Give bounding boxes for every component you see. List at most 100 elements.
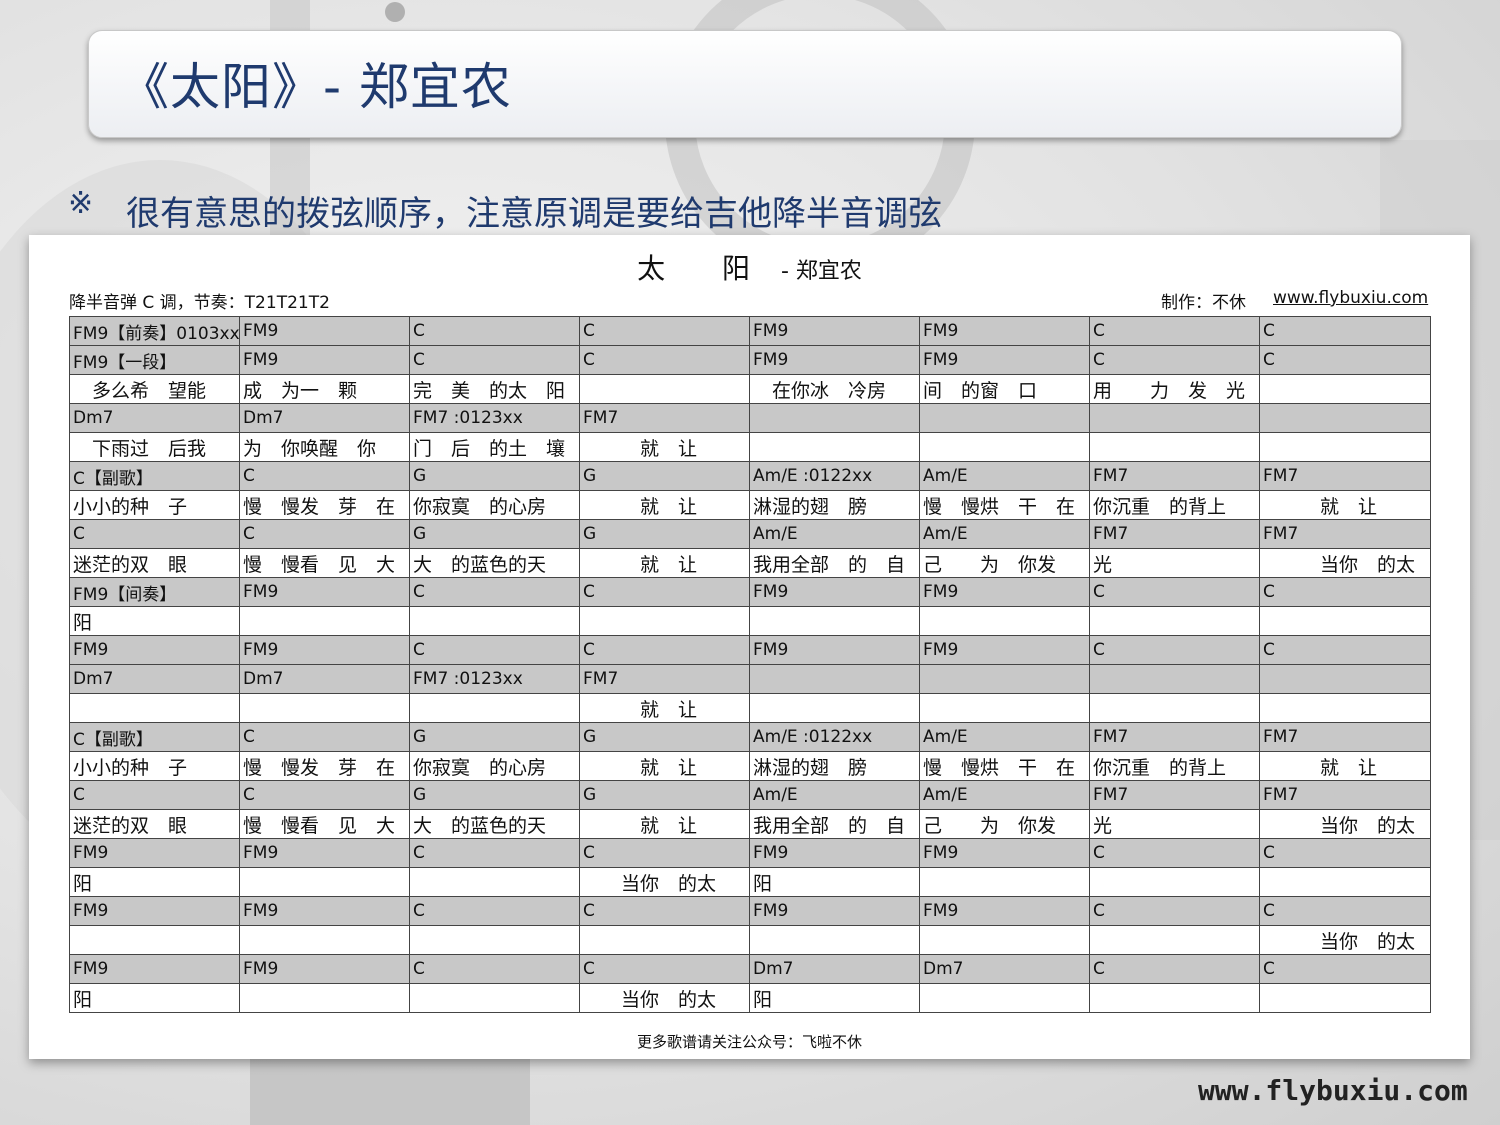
chord-cell: C	[1259, 345, 1431, 375]
chord-cell: C	[1089, 635, 1260, 665]
chord-cell: C	[1259, 954, 1431, 984]
chord-row: FM9 FM9 C C Dm7 Dm7 C C	[69, 954, 1431, 984]
chord-cell: Am/E	[919, 519, 1090, 549]
chord-cell: FM7	[579, 664, 750, 694]
chord-cell: C	[579, 954, 750, 984]
lyric-row: 就 让	[69, 693, 1431, 723]
chord-cell: FM9	[749, 577, 920, 607]
lyric-cell: 慢 慢看 见 大	[239, 548, 410, 578]
song-title: 太 阳	[637, 252, 774, 285]
chord-row: FM9 FM9 C C FM9 FM9 C C	[69, 838, 1431, 868]
chord-cell: C	[1259, 635, 1431, 665]
chord-row: C C G G Am/E Am/E FM7 FM7	[69, 519, 1431, 549]
lyric-cell: 就 让	[579, 490, 750, 520]
lyric-cell: 当你 的太	[1259, 925, 1431, 955]
chord-cell: C	[1259, 838, 1431, 868]
lyric-row: 小小的种 子慢 慢发 芽 在你寂寞 的心房 就 让淋湿的翅 膀慢 慢烘 干 在你…	[69, 490, 1431, 520]
lyric-cell: 光	[1089, 809, 1260, 839]
lyric-row: 多么希 望能成 为一 颗完 美 的太 阳 在你冰 冷房间 的窗 口用 力 发 光	[69, 374, 1431, 404]
lyric-cell: 当你 的太	[1259, 809, 1431, 839]
lyric-cell	[1089, 432, 1260, 462]
lyric-cell: 就 让	[1259, 490, 1431, 520]
chord-cell: FM9	[749, 838, 920, 868]
lyric-cell	[69, 925, 240, 955]
chord-cell: FM7	[1259, 722, 1431, 752]
lyric-cell	[1259, 867, 1431, 897]
site-link[interactable]: www.flybuxiu.com	[1273, 288, 1428, 308]
chord-cell: Dm7	[69, 403, 240, 433]
lyric-cell: 间 的窗 口	[919, 374, 1090, 404]
chord-cell	[919, 664, 1090, 694]
lyric-cell	[239, 983, 410, 1013]
chord-cell: G	[579, 461, 750, 491]
chord-cell: C	[409, 635, 580, 665]
chord-cell: G	[579, 519, 750, 549]
chord-cell: FM7 :0123xx	[409, 664, 580, 694]
lyric-row: 下雨过 后我为 你唤醒 你门 后 的土 壤 就 让	[69, 432, 1431, 462]
lyric-row: 当你 的太	[69, 925, 1431, 955]
lyric-cell	[1089, 693, 1260, 723]
chord-cell: FM9	[69, 954, 240, 984]
chord-cell: FM7 :0123xx	[409, 403, 580, 433]
chord-cell: C	[579, 316, 750, 346]
lyric-row: 阳	[69, 606, 1431, 636]
lyric-cell: 就 让	[579, 432, 750, 462]
chord-cell: C	[1089, 838, 1260, 868]
key-info: 降半音弹 C 调，节奏：T21T21T2	[69, 293, 330, 313]
chord-row: C【副歌】 C G G Am/E :0122xx Am/E FM7 FM7	[69, 722, 1431, 752]
chord-cell: C	[1089, 316, 1260, 346]
lyric-cell	[749, 432, 920, 462]
lyric-cell	[579, 374, 750, 404]
chord-cell: C	[1089, 896, 1260, 926]
lyric-cell	[919, 925, 1090, 955]
lyric-cell	[69, 693, 240, 723]
chord-cell: C	[409, 316, 580, 346]
lyric-cell: 当你 的太	[579, 983, 750, 1013]
chord-cell: FM9	[919, 345, 1090, 375]
lyric-row: 小小的种 子慢 慢发 芽 在你寂寞 的心房 就 让淋湿的翅 膀慢 慢烘 干 在你…	[69, 751, 1431, 781]
lyric-cell: 阳	[69, 606, 240, 636]
chord-cell: Dm7	[69, 664, 240, 694]
lyric-cell	[1089, 867, 1260, 897]
chord-cell: C	[69, 519, 240, 549]
chord-cell: FM9	[919, 838, 1090, 868]
lyric-cell: 大 的蓝色的天	[409, 809, 580, 839]
chord-cell: C	[239, 780, 410, 810]
chord-cell: Am/E	[749, 519, 920, 549]
chord-cell: Dm7	[239, 403, 410, 433]
chord-cell: FM7	[1259, 461, 1431, 491]
lyric-cell: 就 让	[579, 751, 750, 781]
lyric-cell	[1089, 606, 1260, 636]
chord-cell: G	[409, 722, 580, 752]
lyric-cell	[409, 925, 580, 955]
chord-cell: Am/E	[919, 461, 1090, 491]
lyric-cell: 在你冰 冷房	[749, 374, 920, 404]
lyric-cell: 慢 慢烘 干 在	[919, 751, 1090, 781]
chord-cell: Am/E :0122xx	[749, 722, 920, 752]
chord-cell: G	[409, 780, 580, 810]
lyric-cell: 你寂寞 的心房	[409, 490, 580, 520]
lyric-cell: 你沉重 的背上	[1089, 751, 1260, 781]
lyric-cell	[409, 693, 580, 723]
chord-cell: FM9	[919, 635, 1090, 665]
chord-cell: C	[409, 896, 580, 926]
chord-row: C C G G Am/E Am/E FM7 FM7	[69, 780, 1431, 810]
lyric-cell	[919, 432, 1090, 462]
chord-cell: FM9	[239, 896, 410, 926]
chord-row: C【副歌】 C G G Am/E :0122xx Am/E FM7 FM7	[69, 461, 1431, 491]
chord-cell: C	[1259, 896, 1431, 926]
chord-cell: FM9【间奏】	[69, 577, 240, 607]
chord-cell: FM7	[1259, 519, 1431, 549]
lyric-cell	[1259, 432, 1431, 462]
chord-cell: FM9	[919, 577, 1090, 607]
chord-cell: C	[1089, 577, 1260, 607]
chord-cell	[919, 403, 1090, 433]
lyric-cell: 大 的蓝色的天	[409, 548, 580, 578]
chord-cell: FM9	[239, 954, 410, 984]
lyric-cell: 门 后 的土 壤	[409, 432, 580, 462]
chord-cell	[1259, 664, 1431, 694]
lyric-cell: 当你 的太	[579, 867, 750, 897]
lyric-cell: 就 让	[579, 693, 750, 723]
lyric-cell	[1259, 606, 1431, 636]
lyric-cell: 淋湿的翅 膀	[749, 490, 920, 520]
